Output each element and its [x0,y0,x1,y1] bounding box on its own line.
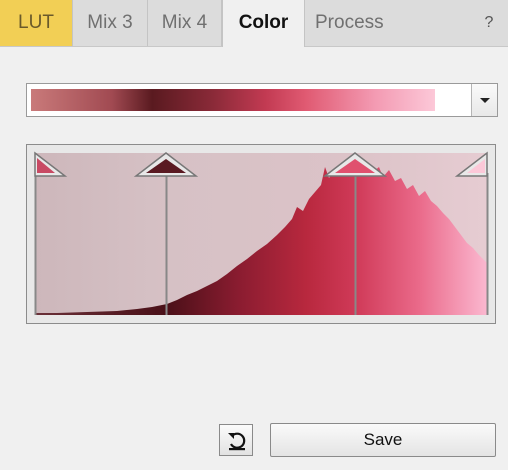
save-button[interactable]: Save [270,423,496,457]
tab-lut[interactable]: LUT [0,0,73,46]
reset-button[interactable] [219,424,253,456]
tab-mix-3[interactable]: Mix 3 [73,0,148,46]
histogram-plot-area [35,153,487,315]
tab-process[interactable]: Process [305,0,395,46]
histogram-panel [26,144,496,324]
tab-color[interactable]: Color [222,0,305,47]
tab-bar: LUT Mix 3 Mix 4 Color Process ? [0,0,508,47]
reset-icon [228,432,246,451]
chevron-down-icon[interactable] [471,84,497,116]
help-button[interactable]: ? [470,0,508,46]
tab-mix-4[interactable]: Mix 4 [148,0,222,46]
lut-dropdown[interactable] [26,83,498,117]
lut-gradient-preview [31,89,435,111]
